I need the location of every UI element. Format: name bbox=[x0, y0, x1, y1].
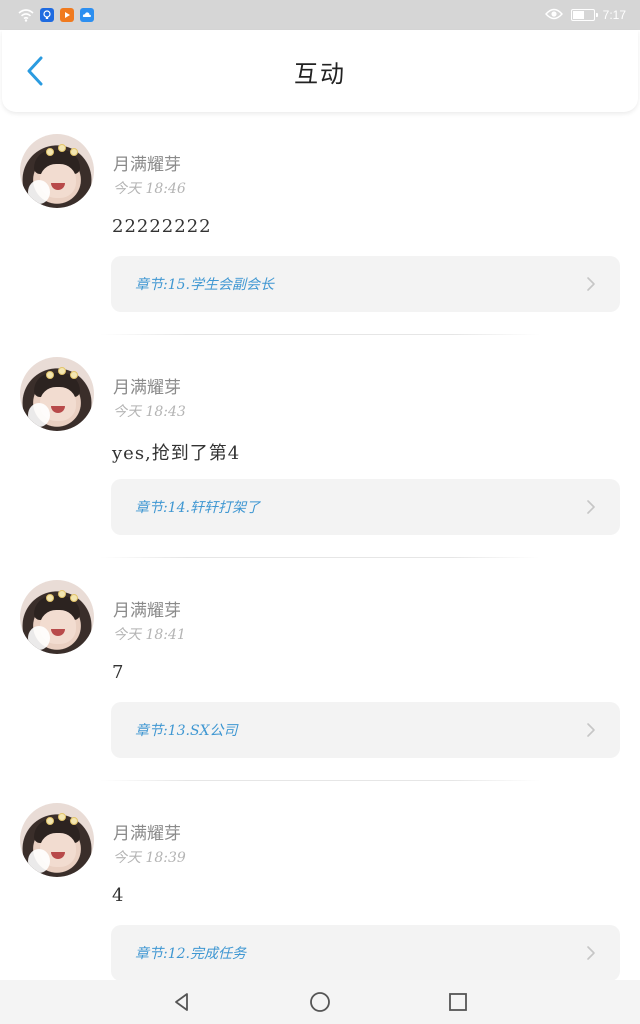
comment-username: 月满耀芽 bbox=[113, 378, 181, 398]
flower-icon bbox=[46, 148, 54, 156]
status-bar-left bbox=[18, 8, 94, 22]
chevron-right-icon bbox=[587, 500, 595, 514]
comment-username: 月满耀芽 bbox=[113, 601, 181, 621]
comment-item: 月满耀芽 今天 18:46 22222222 章节:15.学生会副会长 bbox=[0, 112, 640, 335]
page-title: 互动 bbox=[294, 59, 346, 88]
comment-text: 7 bbox=[112, 662, 125, 683]
comment-timestamp: 今天 18:43 bbox=[113, 404, 186, 420]
chapter-label: 章节:13.SX公司 bbox=[135, 723, 238, 739]
flower-icon bbox=[58, 590, 66, 598]
comment-item: 月满耀芽 今天 18:41 7 章节:13.SX公司 bbox=[0, 558, 640, 781]
avatar-mask bbox=[28, 403, 50, 427]
home-circle-icon bbox=[310, 992, 330, 1012]
chapter-link[interactable]: 章节:14.轩轩打架了 bbox=[111, 479, 620, 535]
back-button[interactable] bbox=[20, 56, 50, 86]
comment-item: 月满耀芽 今天 18:39 4 章节:12.完成任务 bbox=[0, 781, 640, 980]
flower-icon bbox=[70, 594, 78, 602]
nav-recents-button[interactable] bbox=[444, 988, 472, 1016]
nav-back-button[interactable] bbox=[168, 988, 196, 1016]
status-bar-right: 7:17 bbox=[544, 8, 626, 23]
cloud-app-icon bbox=[80, 8, 94, 22]
comment-text: yes,抢到了第4 bbox=[112, 443, 241, 464]
chevron-left-icon bbox=[27, 56, 43, 86]
avatar[interactable] bbox=[20, 803, 94, 877]
recents-square-icon bbox=[449, 993, 467, 1011]
flower-icon bbox=[70, 371, 78, 379]
avatar-mask bbox=[28, 626, 50, 650]
bulb-app-icon bbox=[40, 8, 54, 22]
wifi-icon bbox=[18, 8, 34, 22]
comment-text: 4 bbox=[112, 885, 125, 906]
chevron-right-icon bbox=[587, 277, 595, 291]
avatar[interactable] bbox=[20, 134, 94, 208]
flower-icon bbox=[46, 594, 54, 602]
flower-icon bbox=[70, 817, 78, 825]
eye-icon bbox=[544, 8, 563, 23]
avatar-mask bbox=[28, 180, 50, 204]
flower-icon bbox=[58, 144, 66, 152]
avatar-mask bbox=[28, 849, 50, 873]
nav-home-button[interactable] bbox=[306, 988, 334, 1016]
play-app-icon bbox=[60, 8, 74, 22]
chevron-right-icon bbox=[587, 946, 595, 960]
battery-fill bbox=[572, 11, 584, 19]
flower-icon bbox=[46, 817, 54, 825]
comment-timestamp: 今天 18:39 bbox=[113, 850, 186, 866]
avatar[interactable] bbox=[20, 357, 94, 431]
chapter-link[interactable]: 章节:15.学生会副会长 bbox=[111, 256, 620, 312]
comment-list[interactable]: 月满耀芽 今天 18:46 22222222 章节:15.学生会副会长 月满耀芽… bbox=[0, 112, 640, 980]
comment-timestamp: 今天 18:41 bbox=[113, 627, 186, 643]
chapter-label: 章节:12.完成任务 bbox=[135, 946, 246, 962]
chevron-right-icon bbox=[587, 723, 595, 737]
app-header: 互动 bbox=[2, 30, 638, 112]
comment-text: 22222222 bbox=[112, 216, 212, 237]
status-bar: 7:17 bbox=[0, 0, 640, 30]
chapter-link[interactable]: 章节:13.SX公司 bbox=[111, 702, 620, 758]
status-time: 7:17 bbox=[602, 8, 626, 22]
comment-timestamp: 今天 18:46 bbox=[113, 181, 186, 197]
back-triangle-icon bbox=[175, 993, 188, 1011]
chapter-label: 章节:14.轩轩打架了 bbox=[135, 500, 260, 516]
comment-item: 月满耀芽 今天 18:43 yes,抢到了第4 章节:14.轩轩打架了 bbox=[0, 335, 640, 558]
comment-username: 月满耀芽 bbox=[113, 155, 181, 175]
chapter-label: 章节:15.学生会副会长 bbox=[135, 277, 274, 293]
flower-icon bbox=[58, 367, 66, 375]
comment-username: 月满耀芽 bbox=[113, 824, 181, 844]
system-nav-bar bbox=[0, 980, 640, 1024]
battery-icon bbox=[570, 9, 598, 21]
avatar[interactable] bbox=[20, 580, 94, 654]
flower-icon bbox=[46, 371, 54, 379]
flower-icon bbox=[58, 813, 66, 821]
flower-icon bbox=[70, 148, 78, 156]
chapter-link[interactable]: 章节:12.完成任务 bbox=[111, 925, 620, 980]
